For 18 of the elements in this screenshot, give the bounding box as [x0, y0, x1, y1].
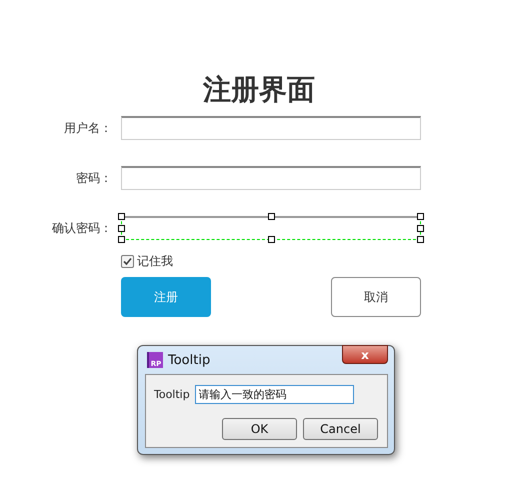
resize-handle[interactable] — [268, 213, 275, 220]
input-field[interactable] — [121, 116, 421, 140]
checkbox[interactable] — [121, 254, 134, 268]
input-field[interactable] — [121, 166, 421, 190]
dialog-button[interactable]: OK — [222, 418, 297, 440]
field-label: 密码： — [75, 170, 113, 186]
field-label: 确认密码： — [51, 220, 113, 236]
dialog-button[interactable]: Cancel — [303, 418, 378, 440]
tooltip-field[interactable]: 请输入一致的密码 — [194, 385, 354, 404]
form-button[interactable]: 取消 — [331, 277, 421, 317]
field-label: Tooltip — [154, 388, 190, 401]
field-label: 用户名： — [63, 120, 113, 136]
checkbox-label: 记住我 — [137, 252, 173, 270]
window-title: Tooltip — [168, 352, 210, 368]
input-field[interactable] — [121, 216, 421, 240]
close-button[interactable]: x — [342, 345, 388, 364]
page-title: 注册界面 — [202, 72, 316, 108]
resize-handle[interactable] — [268, 236, 275, 243]
